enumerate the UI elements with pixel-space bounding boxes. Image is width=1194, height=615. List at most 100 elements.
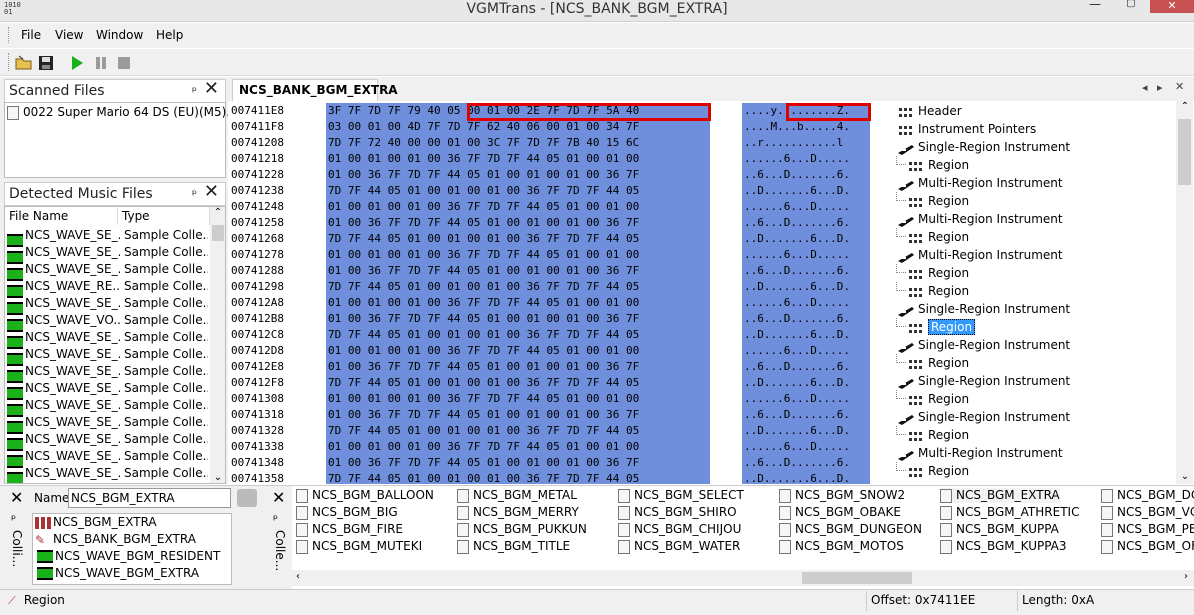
tab-nav-left-icon[interactable]: ◂ bbox=[1142, 81, 1148, 94]
collection-item[interactable]: NCS_BGM_CHIJOU bbox=[618, 522, 741, 537]
collection-item[interactable]: NCS_BGM_PUKKUN bbox=[457, 522, 587, 537]
table-row[interactable]: NCS_WAVE_VO... Sample Colle... bbox=[5, 312, 210, 332]
pin-icon[interactable]: ᵖ bbox=[11, 512, 16, 526]
tree-node[interactable]: Region bbox=[896, 264, 969, 282]
collection-item[interactable]: NCS_BGM_MUTEKI bbox=[296, 539, 422, 554]
collection-name-input[interactable] bbox=[68, 488, 231, 508]
scroll-down-icon[interactable]: ⌄ bbox=[1178, 471, 1192, 482]
scroll-thumb[interactable] bbox=[212, 225, 224, 241]
column-header-name[interactable]: File Name bbox=[5, 207, 118, 225]
collection-item[interactable]: NCS_BGM_KUPPA3 bbox=[940, 539, 1067, 554]
rename-button[interactable] bbox=[237, 489, 257, 507]
hex-bytes-row[interactable]: 01 00 36 7F 7D 7F 44 05 01 00 01 00 01 0… bbox=[326, 263, 710, 279]
hex-bytes-row[interactable]: 01 00 36 7F 7D 7F 44 05 01 00 01 00 01 0… bbox=[326, 167, 710, 183]
hex-bytes-row[interactable]: 01 00 01 00 01 00 36 7F 7D 7F 44 05 01 0… bbox=[326, 391, 710, 407]
tree-node[interactable]: Multi-Region Instrument bbox=[898, 210, 1063, 228]
save-icon[interactable] bbox=[38, 55, 56, 71]
tab-ncs-bank-bgm-extra[interactable]: NCS_BANK_BGM_EXTRA bbox=[232, 79, 398, 101]
hex-ascii-row[interactable]: ..D.......6...D. bbox=[742, 423, 870, 439]
open-folder-icon[interactable] bbox=[15, 55, 33, 71]
hex-ascii-row[interactable]: ......6...D..... bbox=[742, 247, 870, 263]
minimize-button[interactable]: — bbox=[1078, 0, 1112, 12]
pause-icon[interactable] bbox=[93, 55, 111, 71]
collection-item[interactable]: NCS_BGM_EXTRA bbox=[940, 488, 1060, 503]
hex-ascii-row[interactable]: ..D.......6...D. bbox=[742, 327, 870, 343]
table-row[interactable]: NCS_WAVE_SE_... Sample Colle... bbox=[5, 295, 210, 315]
pin-icon[interactable]: ᵖ bbox=[192, 80, 197, 102]
hex-ascii-row[interactable]: ..6...D.......6. bbox=[742, 167, 870, 183]
vertical-scrollbar[interactable]: ⌃ ⌄ bbox=[210, 207, 225, 483]
hex-bytes-row[interactable]: 7D 7F 44 05 01 00 01 00 01 00 36 7F 7D 7… bbox=[326, 327, 710, 343]
table-row[interactable]: NCS_WAVE_SE_... Sample Colle... bbox=[5, 261, 210, 281]
scroll-thumb[interactable] bbox=[1178, 119, 1191, 185]
tree-node[interactable]: Region bbox=[896, 228, 969, 246]
collection-item[interactable]: NCS_BGM_MERRY bbox=[457, 505, 579, 520]
list-item[interactable]: 0022 Super Mario 64 DS (EU)(M5).nds bbox=[7, 105, 252, 120]
close-window-button[interactable]: ✕ bbox=[1150, 0, 1194, 13]
tab-nav-right-icon[interactable]: ▸ bbox=[1157, 81, 1163, 94]
collection-item[interactable]: NCS_BGM_BALLOON bbox=[296, 488, 434, 503]
collection-item[interactable]: NCS_BGM_BIG bbox=[296, 505, 398, 520]
pin-icon[interactable]: ᵖ bbox=[273, 512, 278, 526]
hex-bytes-row[interactable]: 7D 7F 44 05 01 00 01 00 01 00 36 7F 7D 7… bbox=[326, 471, 710, 484]
stop-icon[interactable] bbox=[116, 55, 134, 71]
close-pane-icon[interactable]: ✕ bbox=[204, 78, 219, 100]
vertical-scrollbar[interactable]: ⌃ ⌄ bbox=[1176, 101, 1193, 484]
hex-ascii-row[interactable]: ..D.......6...D. bbox=[742, 183, 870, 199]
hex-bytes-row[interactable]: 7D 7F 44 05 01 00 01 00 01 00 36 7F 7D 7… bbox=[326, 183, 710, 199]
tree-node[interactable]: Single-Region Instrument bbox=[898, 336, 1070, 354]
tree-node[interactable]: Region bbox=[896, 426, 969, 444]
hex-bytes-row[interactable]: 01 00 36 7F 7D 7F 44 05 01 00 01 00 01 0… bbox=[326, 215, 710, 231]
tree-node[interactable]: Multi-Region Instrument bbox=[898, 444, 1063, 462]
hex-bytes-row[interactable]: 01 00 36 7F 7D 7F 44 05 01 00 01 00 01 0… bbox=[326, 359, 710, 375]
table-row[interactable]: NCS_WAVE_SE_... Sample Colle... bbox=[5, 380, 210, 400]
close-pane-icon[interactable]: ✕ bbox=[272, 488, 285, 507]
table-row[interactable]: NCS_WAVE_SE_... Sample Colle... bbox=[5, 465, 210, 483]
tree-node[interactable]: Single-Region Instrument bbox=[898, 138, 1070, 156]
hex-bytes-row[interactable]: 7D 7F 44 05 01 00 01 00 01 00 36 7F 7D 7… bbox=[326, 423, 710, 439]
menu-help[interactable]: Help bbox=[156, 28, 183, 42]
list-item[interactable]: NCS_BGM_EXTRA bbox=[35, 515, 157, 529]
collection-item[interactable]: NCS_BGM_FIRE bbox=[296, 522, 403, 537]
menu-window[interactable]: Window bbox=[96, 28, 143, 42]
collection-item[interactable]: NCS_BGM_KUPPA bbox=[940, 522, 1059, 537]
hex-ascii-row[interactable]: ..r...........l bbox=[742, 135, 870, 151]
hex-bytes-row[interactable]: 01 00 36 7F 7D 7F 44 05 01 00 01 00 01 0… bbox=[326, 407, 710, 423]
hex-bytes-row[interactable]: 03 00 01 00 4D 7F 7D 7F 62 40 06 00 01 0… bbox=[326, 119, 710, 135]
horizontal-scrollbar[interactable]: ‹ › bbox=[292, 570, 1194, 586]
table-row[interactable]: NCS_WAVE_SE_... Sample Colle... bbox=[5, 244, 210, 264]
maximize-button[interactable]: ▢ bbox=[1114, 0, 1148, 12]
table-row[interactable]: NCS_WAVE_RE... Sample Colle... bbox=[5, 278, 210, 298]
collection-item[interactable]: NCS_BGM_ATHRETIC bbox=[940, 505, 1079, 520]
collection-item[interactable]: NCS_BGM_VC bbox=[1101, 505, 1194, 520]
hex-bytes-row[interactable]: 01 00 36 7F 7D 7F 44 05 01 00 01 00 01 0… bbox=[326, 455, 710, 471]
tree-node[interactable]: Drumset bbox=[898, 480, 970, 484]
hex-ascii-row[interactable]: ......6...D..... bbox=[742, 343, 870, 359]
table-row[interactable]: NCS_WAVE_SE_... Sample Colle... bbox=[5, 397, 210, 417]
list-item[interactable]: ✎ NCS_BANK_BGM_EXTRA bbox=[35, 532, 196, 546]
table-row[interactable]: NCS_WAVE_SE_... Sample Colle... bbox=[5, 346, 210, 366]
table-row[interactable]: NCS_WAVE_SE_... Sample Colle... bbox=[5, 414, 210, 434]
tree-node[interactable]: Single-Region Instrument bbox=[898, 300, 1070, 318]
hex-ascii-row[interactable]: ..D.......6...D. bbox=[742, 231, 870, 247]
tree-node[interactable]: Single-Region Instrument bbox=[898, 372, 1070, 390]
list-item[interactable]: NCS_WAVE_BGM_EXTRA bbox=[35, 566, 199, 580]
hex-ascii-row[interactable]: ..D.......6...D. bbox=[742, 279, 870, 295]
table-row[interactable]: NCS_WAVE_SE_... Sample Colle... bbox=[5, 431, 210, 451]
hex-bytes-row[interactable]: 7D 7F 44 05 01 00 01 00 01 00 36 7F 7D 7… bbox=[326, 231, 710, 247]
tree-node[interactable]: Single-Region Instrument bbox=[898, 408, 1070, 426]
hex-ascii-row[interactable]: ......6...D..... bbox=[742, 199, 870, 215]
hex-ascii-row[interactable]: ..6...D.......6. bbox=[742, 311, 870, 327]
collection-item[interactable]: NCS_BGM_METAL bbox=[457, 488, 577, 503]
scroll-down-icon[interactable]: ⌄ bbox=[211, 472, 225, 483]
hex-bytes-row[interactable]: 01 00 01 00 01 00 36 7F 7D 7F 44 05 01 0… bbox=[326, 343, 710, 359]
hex-bytes-row[interactable]: 01 00 01 00 01 00 36 7F 7D 7F 44 05 01 0… bbox=[326, 199, 710, 215]
tree-node[interactable]: Region bbox=[896, 282, 969, 300]
hex-ascii-row[interactable]: ..D.......6...D. bbox=[742, 471, 870, 484]
tree-node[interactable]: Region bbox=[896, 390, 969, 408]
collection-item[interactable]: NCS_BGM_PE bbox=[1101, 522, 1194, 537]
pin-icon[interactable]: ᵖ bbox=[192, 183, 197, 205]
column-header-type[interactable]: Type bbox=[118, 207, 210, 225]
hex-bytes-row[interactable]: 7D 7F 44 05 01 00 01 00 01 00 36 7F 7D 7… bbox=[326, 279, 710, 295]
hex-ascii-row[interactable]: ..D.......6...D. bbox=[742, 375, 870, 391]
